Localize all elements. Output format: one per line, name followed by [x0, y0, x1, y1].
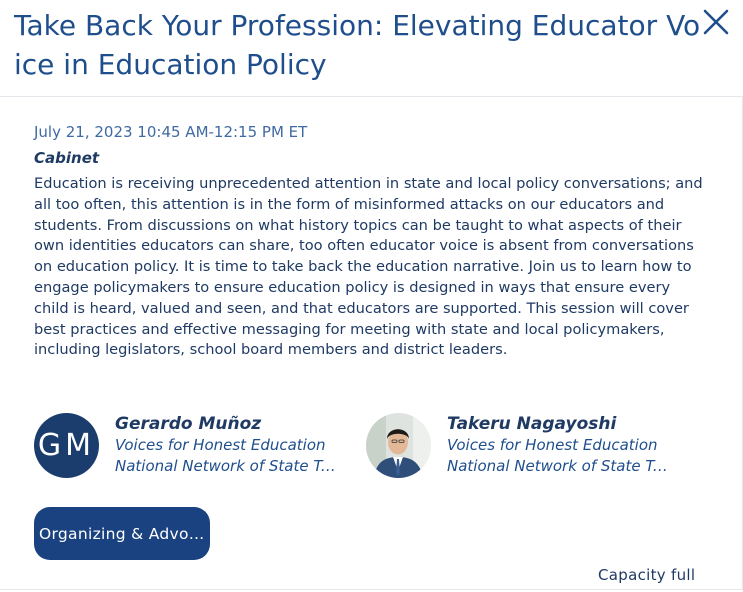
session-title: Take Back Your Profession: Elevating Edu… — [14, 9, 701, 81]
speaker-card[interactable]: GM Gerardo Muñoz Voices for Honest Educa… — [34, 413, 344, 479]
speaker-card[interactable]: Takeru Nagayoshi Voices for Honest Educa… — [366, 413, 676, 479]
close-button[interactable] — [700, 6, 732, 38]
session-location: Cabinet — [34, 149, 100, 167]
speaker-name: Gerardo Muñoz — [115, 414, 262, 434]
avatar — [366, 413, 431, 478]
session-description: Education is receiving unprecedented att… — [34, 175, 703, 359]
session-datetime: July 21, 2023 10:45 AM-12:15 PM ET — [34, 123, 308, 141]
speaker-organization: Voices for Honest Education — [447, 436, 658, 454]
speaker-list: GM Gerardo Muñoz Voices for Honest Educa… — [34, 413, 714, 479]
capacity-status: Capacity full — [598, 566, 696, 584]
track-tag-label: Organizing & Advocacy — [39, 524, 205, 543]
speaker-organization: National Network of State Teachers of th… — [447, 457, 675, 475]
speaker-organization: National Network of State Teachers of th… — [115, 457, 343, 475]
speaker-name: Takeru Nagayoshi — [447, 414, 617, 434]
session-details: July 21, 2023 10:45 AM-12:15 PM ET Cabin… — [34, 112, 714, 361]
track-tag-button[interactable]: Organizing & Advocacy — [34, 507, 210, 560]
avatar: GM — [34, 413, 99, 478]
speaker-organization: Voices for Honest Education — [115, 436, 326, 454]
speaker-photo — [366, 413, 431, 478]
footer-divider — [0, 589, 743, 590]
modal-header: Take Back Your Profession: Elevating Edu… — [0, 0, 743, 97]
close-icon — [703, 9, 729, 35]
